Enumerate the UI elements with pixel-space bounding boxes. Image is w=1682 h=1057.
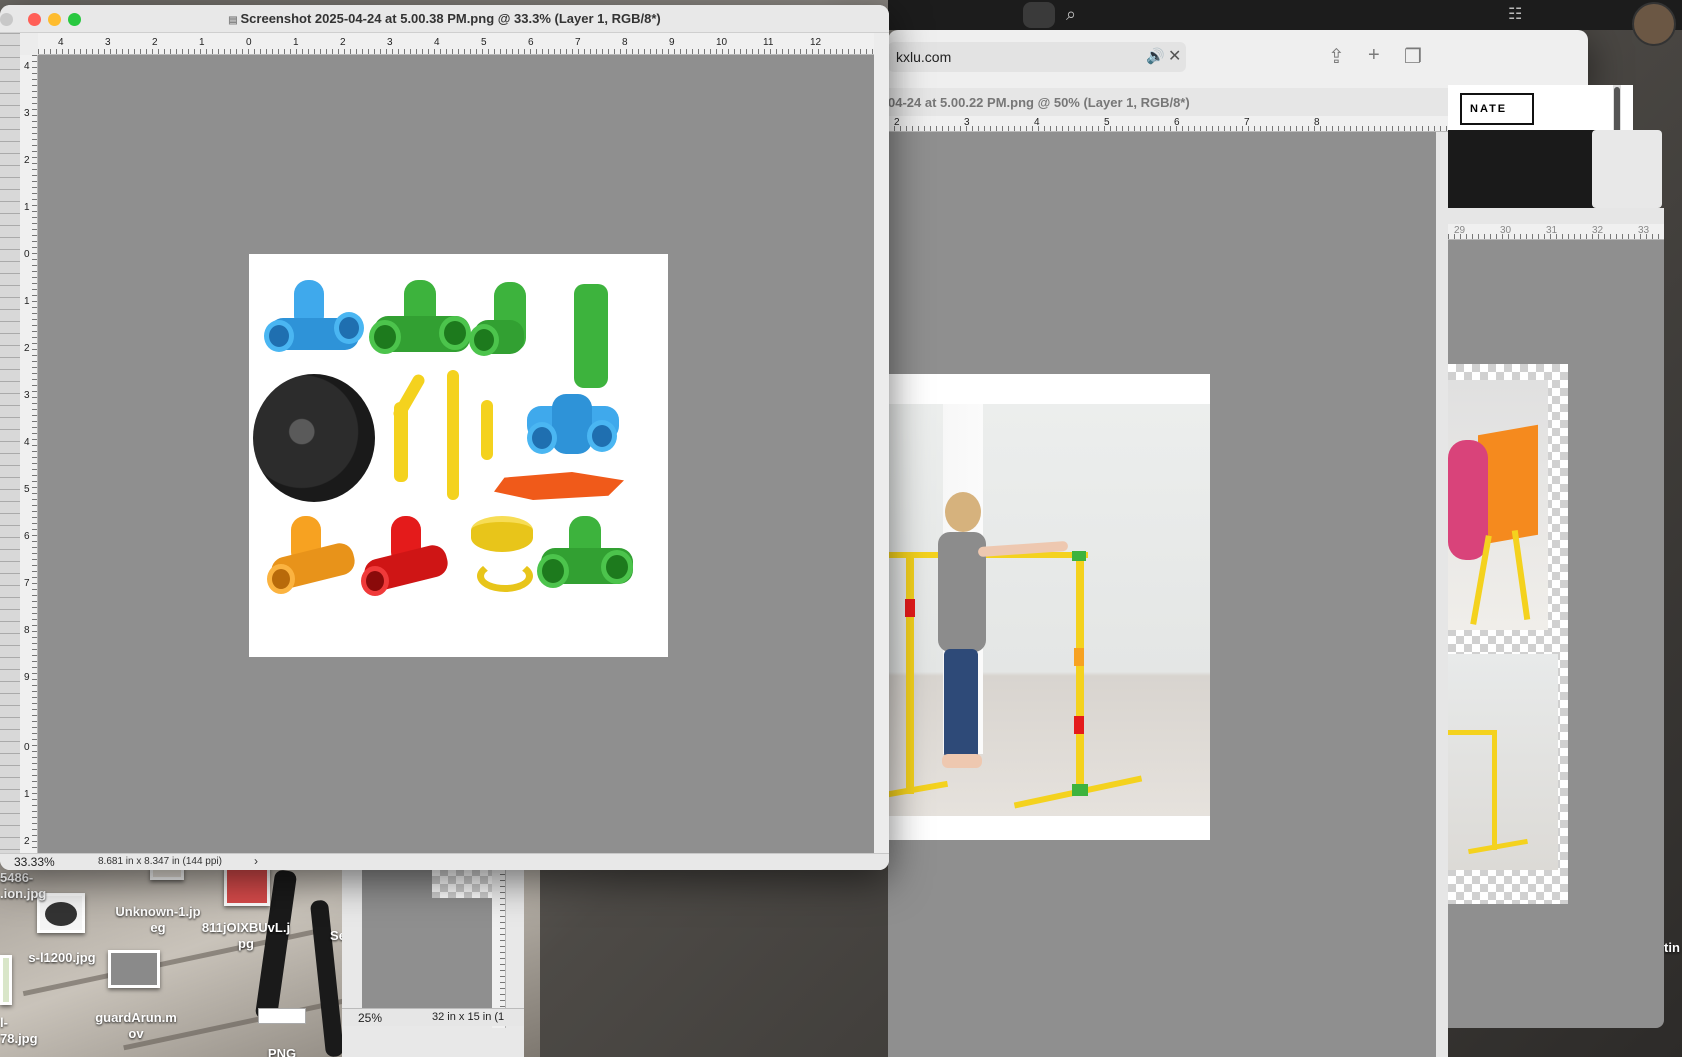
- tab-overview-icon[interactable]: ❐: [1404, 44, 1422, 69]
- third-document-window[interactable]: 29 30 31 32 33: [1448, 208, 1664, 1028]
- horizontal-ruler: 29 30 31 32 33: [1448, 224, 1664, 240]
- yellow-short-pipe: [481, 400, 493, 460]
- orange-hexagon-plate: [494, 472, 624, 500]
- barre-photo: [1448, 654, 1558, 870]
- vertical-scroll-track[interactable]: [1436, 132, 1448, 1057]
- chair-photo: [1448, 380, 1548, 630]
- zoom-level[interactable]: 33.33%: [14, 855, 55, 869]
- transparent-canvas: [432, 868, 492, 898]
- document-canvas: [249, 254, 668, 657]
- document-title: ▤ Screenshot 2025-04-24 at 5.00.38 PM.pn…: [228, 11, 661, 26]
- close-tab-icon[interactable]: ✕: [1168, 46, 1181, 66]
- yellow-clip: [477, 560, 533, 592]
- desktop-file-label[interactable]: 5486- .ion.jpg: [0, 870, 46, 902]
- document-info: 32 in x 15 in (1: [432, 1011, 505, 1023]
- desktop-file-label[interactable]: PNG: [262, 1046, 302, 1057]
- desktop-file-label[interactable]: l- 78.jpg: [0, 1015, 40, 1047]
- desktop-file-label[interactable]: guardArun.m ov: [86, 1010, 186, 1042]
- speaker-icon[interactable]: 🔊: [1146, 47, 1165, 65]
- document-title: 04-24 at 5.00.22 PM.png @ 50% (Layer 1, …: [888, 95, 1190, 110]
- main-document-window[interactable]: ▤ Screenshot 2025-04-24 at 5.00.38 PM.pn…: [0, 5, 889, 870]
- second-document-window[interactable]: 04-24 at 5.00.22 PM.png @ 50% (Layer 1, …: [887, 88, 1448, 1057]
- document-info: 8.681 in x 8.347 in (144 ppi): [98, 856, 222, 867]
- avatar[interactable]: [1632, 2, 1676, 46]
- desktop-file-label[interactable]: s-l1200.jpg: [20, 950, 104, 966]
- transparent-canvas: [1448, 364, 1568, 904]
- black-wheel: [253, 374, 375, 502]
- desktop-file-thumbnail[interactable]: [108, 950, 160, 988]
- address-text[interactable]: kxlu.com: [896, 49, 951, 65]
- address-bar[interactable]: kxlu.com 🔊 ✕: [888, 42, 1186, 72]
- status-menu-chevron-icon[interactable]: ›: [254, 854, 258, 868]
- document-canvas: [887, 374, 1210, 840]
- users-icon[interactable]: ☷: [1508, 4, 1522, 24]
- green-pipe-segment: [574, 284, 608, 388]
- browser-window[interactable]: kxlu.com 🔊 ✕ ⇪ + ❐: [888, 30, 1588, 90]
- document-icon: ▤: [228, 15, 241, 26]
- new-tab-icon[interactable]: +: [1368, 44, 1380, 67]
- yellow-long-pipe: [447, 370, 459, 500]
- desktop-file-label[interactable]: 811jOIXBUvL.j pg: [198, 920, 294, 952]
- status-bar: 33.33% 8.681 in x 8.347 in (144 ppi) ›: [0, 853, 889, 870]
- webpage-header: NATE: [1448, 85, 1633, 175]
- vertical-ruler[interactable]: 4 3 2 1 0 1 2 3 4 5 6 7 8 9 0 1 2: [20, 55, 38, 853]
- ballet-barre-photo: [887, 404, 1210, 816]
- window-titlebar[interactable]: ▤ Screenshot 2025-04-24 at 5.00.38 PM.pn…: [0, 5, 889, 33]
- desktop-file-label[interactable]: tin: [1664, 940, 1682, 956]
- webpage-image: [1592, 130, 1662, 208]
- desktop-file-thumbnail[interactable]: [258, 1008, 306, 1024]
- share-icon[interactable]: ⇪: [1328, 44, 1345, 69]
- zoom-level[interactable]: 25%: [358, 1011, 382, 1025]
- small-document-window[interactable]: 25% 32 in x 15 in (1: [342, 868, 524, 1057]
- horizontal-ruler: 2 3 4 5 6 7 8: [888, 116, 1448, 132]
- desktop-file-thumbnail[interactable]: [224, 866, 270, 906]
- control-center-icon[interactable]: [1023, 2, 1055, 28]
- horizontal-ruler[interactable]: 4 3 2 1 0 1 2 3 4 5 6 7 8 9 10 11 12: [38, 33, 874, 55]
- vertical-scroll-track[interactable]: [874, 33, 889, 853]
- left-ruler-strip: [0, 33, 20, 853]
- desktop-file-thumbnail[interactable]: [0, 955, 12, 1005]
- donate-button[interactable]: NATE: [1460, 93, 1534, 125]
- menu-bar: ⌕ ☷: [888, 0, 1682, 46]
- search-icon[interactable]: ⌕: [1066, 4, 1076, 25]
- desktop-file-label[interactable]: Unknown-1.jp eg: [108, 904, 208, 936]
- yellow-end-cap: [471, 516, 533, 552]
